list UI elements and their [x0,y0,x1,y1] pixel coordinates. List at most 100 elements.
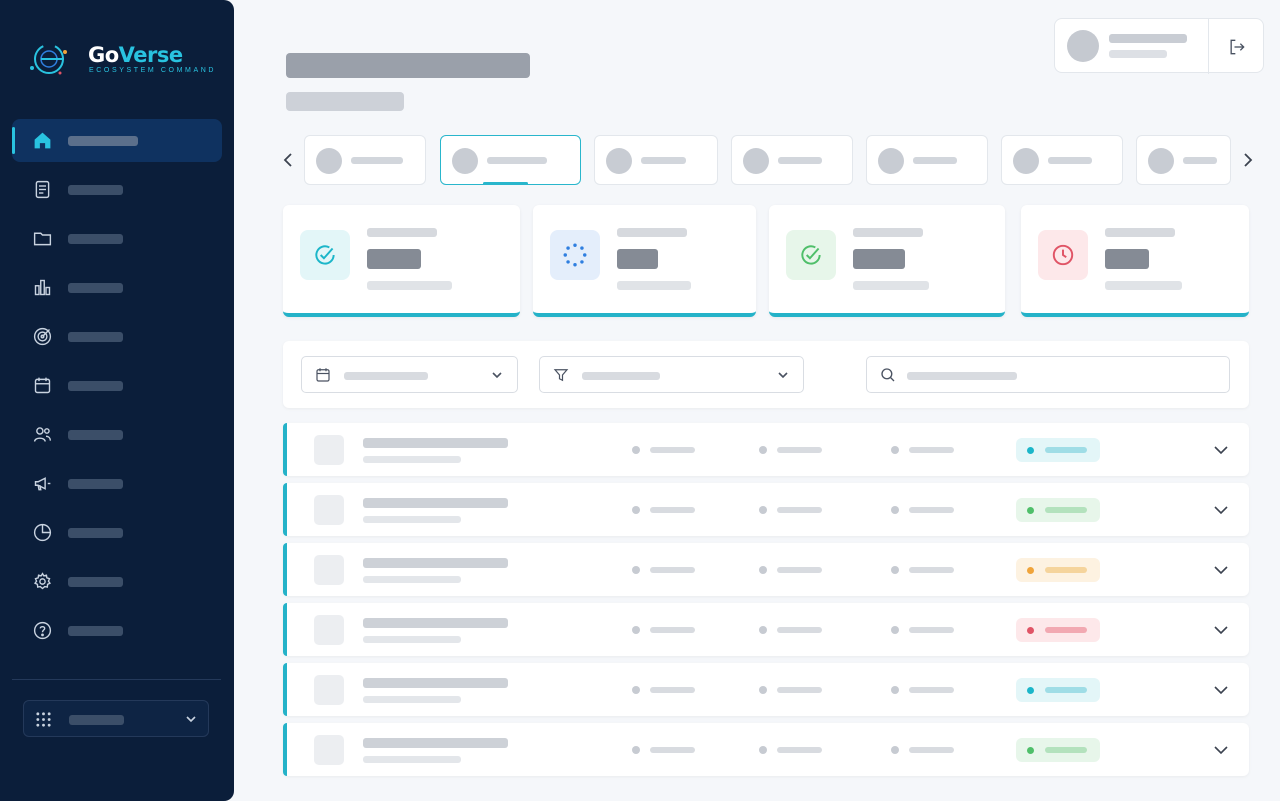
tab-item[interactable] [1136,135,1231,185]
tab-item[interactable] [304,135,426,185]
sidebar-item-settings[interactable] [12,560,222,603]
stat-label [853,228,923,237]
tab-label [913,157,957,164]
table-row[interactable] [283,423,1249,476]
stat-icon-box [786,230,836,280]
chevron-down-icon[interactable] [1213,504,1229,516]
stat-value [617,249,658,269]
avatar[interactable] [1067,30,1099,62]
users-icon [32,424,53,445]
stat-note [617,281,691,290]
date-filter-dropdown[interactable] [301,356,518,393]
workspace-label [69,715,124,725]
gear-icon [32,571,53,592]
row-meta [632,446,702,454]
sidebar-item-calendar[interactable] [12,364,222,407]
table-row[interactable] [283,723,1249,776]
calendar-icon [316,368,330,382]
tab-item[interactable] [866,135,988,185]
grid-icon [36,712,51,727]
user-menu[interactable] [1054,18,1264,74]
tab-item[interactable] [1001,135,1123,185]
table-row[interactable] [283,603,1249,656]
chevron-down-icon[interactable] [1213,624,1229,636]
sidebar-nav [12,119,222,658]
folder-icon [32,228,53,249]
chevron-down-icon[interactable] [1213,564,1229,576]
chevron-down-icon [492,372,502,379]
tabs-prev-button[interactable] [280,150,296,170]
search-icon [881,368,895,382]
status-filter-dropdown[interactable] [539,356,804,393]
sidebar-item-label [68,479,123,489]
sidebar-item-team[interactable] [12,413,222,456]
stat-card-pending[interactable] [1021,205,1249,317]
stat-note [853,281,929,290]
chevron-left-icon [283,153,292,167]
tab-avatar [606,148,632,174]
row-meta [891,506,961,514]
sidebar-item-label [68,626,123,636]
brand-logo[interactable]: GoVerse ECOSYSTEM COMMAND [24,40,224,80]
sidebar-divider [12,679,221,680]
tab-avatar [878,148,904,174]
tab-label [351,157,403,164]
sidebar-item-help[interactable] [12,609,222,652]
bar-chart-icon [32,277,53,298]
sidebar-item-home[interactable] [12,119,222,162]
help-icon [32,620,53,641]
tabs-next-button[interactable] [1240,150,1256,170]
table-row[interactable] [283,663,1249,716]
sidebar-item-label [68,234,123,244]
sidebar-item-label [68,136,138,146]
sidebar-item-files[interactable] [12,217,222,260]
page-subtitle [286,92,404,111]
stat-value [367,249,421,269]
row-thumbnail [314,735,344,765]
sidebar-item-label [68,381,123,391]
filter-icon [553,369,569,382]
stat-card-completed[interactable] [283,205,520,317]
logout-button[interactable] [1209,19,1264,74]
chevron-down-icon [186,716,196,723]
sidebar-item-documents[interactable] [12,168,222,211]
clock-icon [1052,244,1074,266]
status-badge [1016,438,1100,462]
stat-card-in-progress[interactable] [533,205,756,317]
target-icon [32,326,53,347]
check-circle-icon [315,245,335,265]
workspace-switcher[interactable] [23,700,209,737]
row-meta [891,446,961,454]
chevron-down-icon[interactable] [1213,744,1229,756]
tab-item-active[interactable] [440,135,581,185]
row-meta [632,746,702,754]
search-input[interactable] [866,356,1230,393]
sidebar-item-label [68,528,123,538]
sidebar-item-reports[interactable] [12,511,222,554]
table-row[interactable] [283,543,1249,596]
chevron-down-icon[interactable] [1213,684,1229,696]
row-title [363,678,508,688]
row-meta [891,746,961,754]
row-meta [891,626,961,634]
sidebar-item-campaigns[interactable] [12,462,222,505]
sidebar-item-label [68,577,123,587]
chevron-down-icon[interactable] [1213,444,1229,456]
tab-item[interactable] [594,135,718,185]
date-filter-placeholder [344,372,428,380]
status-filter-placeholder [582,372,660,380]
tab-avatar [1013,148,1039,174]
table-row[interactable] [283,483,1249,536]
status-badge [1016,738,1100,762]
row-title [363,618,508,628]
stat-card-approved[interactable] [769,205,1005,317]
row-thumbnail [314,495,344,525]
tab-item[interactable] [731,135,853,185]
user-name [1109,34,1187,43]
tab-avatar [452,148,478,174]
sidebar-item-label [68,185,123,195]
row-subtitle [363,576,461,583]
sidebar-item-analytics[interactable] [12,266,222,309]
row-title [363,498,508,508]
sidebar-item-goals[interactable] [12,315,222,358]
